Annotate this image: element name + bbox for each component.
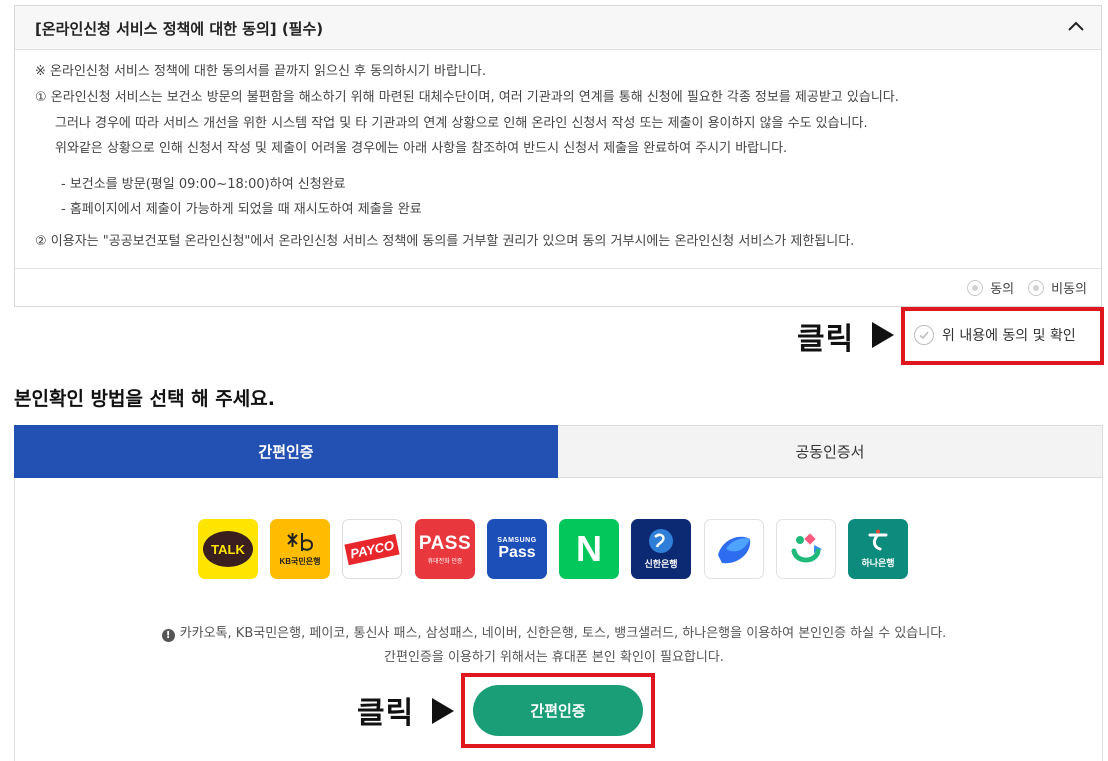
agree-radio[interactable]: 동의	[967, 278, 1014, 297]
disagree-label: 비동의	[1051, 282, 1087, 297]
policy-panel: [온라인신청 서비스 정책에 대한 동의] (필수) ※ 온라인신청 서비스 정…	[14, 5, 1102, 307]
shinhan-bank-icon[interactable]: 신한은행	[631, 519, 691, 579]
payco-text: PAYCO	[344, 533, 400, 565]
shinhan-text: 신한은행	[644, 559, 678, 569]
arrow-right-icon	[872, 322, 894, 348]
policy-item-1-detail: 그러나 경우에 따라 서비스 개선을 위한 시스템 작업 및 타 기관과의 연계…	[55, 116, 868, 131]
naver-icon[interactable]: N	[559, 519, 619, 579]
check-circle-icon[interactable]	[914, 325, 934, 345]
divider	[15, 268, 1101, 269]
section-title: 본인확인 방법을 선택 해 주세요.	[14, 388, 275, 410]
banksalad-logo-icon	[791, 533, 822, 563]
policy-bullet: - 홈페이지에서 제출이 가능하게 되었을 때 재시도하여 제출을 완료	[61, 202, 422, 217]
policy-item-1-detail: 위와같은 상황으로 인해 신청서 작성 및 제출이 어려울 경우에는 아래 사항…	[55, 141, 788, 156]
disagree-radio[interactable]: 비동의	[1028, 278, 1087, 297]
agreement-radio-group: 동의 비동의	[967, 278, 1087, 297]
policy-item-1: ① 온라인신청 서비스는 보건소 방문의 불편함을 해소하기 위해 마련된 대체…	[35, 90, 899, 105]
phone-verification-note: 간편인증을 이용하기 위해서는 휴대폰 본인 확인이 필요합니다.	[384, 650, 724, 665]
pass-subtext: 휴대전화 인증	[427, 559, 463, 565]
policy-header[interactable]: [온라인신청 서비스 정책에 대한 동의] (필수)	[15, 6, 1101, 50]
radio-button[interactable]	[967, 279, 984, 296]
kb-bank-text: KB국민은행	[279, 557, 321, 566]
shinhan-logo-icon	[649, 529, 673, 553]
pass-text: PASS	[418, 533, 472, 554]
confirm-label: 위 내용에 동의 및 확인	[942, 328, 1076, 344]
tab-simple-auth[interactable]: 간편인증	[14, 425, 558, 478]
policy-bullet: - 보건소를 방문(평일 09:00~18:00)하여 신청완료	[61, 177, 346, 192]
kb-star-icon	[287, 533, 314, 551]
policy-notice: ※ 온라인신청 서비스 정책에 대한 동의서를 끝까지 읽으신 후 동의하시기 …	[35, 64, 487, 79]
chevron-up-icon[interactable]	[1067, 18, 1085, 36]
simple-auth-button[interactable]: 간편인증	[473, 685, 643, 736]
hana-text: 하나은행	[861, 558, 895, 568]
kakao-talk-icon[interactable]: TALK	[198, 519, 258, 579]
payco-icon[interactable]: PAYCO	[342, 519, 402, 579]
naver-text: N	[576, 528, 602, 569]
provider-note-text: 카카오톡, KB국민은행, 페이코, 통신사 패스, 삼성패스, 네이버, 신한…	[179, 626, 947, 641]
pass-icon[interactable]: PASS 휴대전화 인증	[415, 519, 475, 579]
info-icon: !	[161, 629, 175, 642]
provider-note: ! 카카오톡, KB국민은행, 페이코, 통신사 패스, 삼성패스, 네이버, 신…	[0, 622, 1108, 642]
confirm-checkbox[interactable]: 위 내용에 동의 및 확인	[914, 325, 1076, 345]
samsung-pass-text: Pass	[498, 543, 536, 561]
click-annotation-label: 클릭	[357, 696, 415, 731]
click-annotation-label: 클릭	[797, 322, 855, 357]
policy-item-2: ② 이용자는 "공공보건포털 온라인신청"에서 온라인신청 서비스 정책에 동의…	[35, 234, 855, 249]
hana-bank-icon[interactable]: 하나은행	[848, 519, 908, 579]
kakao-talk-text: TALK	[203, 531, 253, 567]
hana-logo-icon	[868, 529, 888, 551]
toss-icon[interactable]	[704, 519, 764, 579]
kb-bank-icon[interactable]: KB국민은행	[270, 519, 330, 579]
tab-joint-certificate[interactable]: 공동인증서	[558, 425, 1103, 478]
samsung-pass-icon[interactable]: SAMSUNG Pass	[487, 519, 547, 579]
radio-button[interactable]	[1028, 279, 1045, 296]
policy-title: [온라인신청 서비스 정책에 대한 동의] (필수)	[35, 20, 324, 38]
agree-label: 동의	[990, 282, 1015, 297]
toss-logo-icon	[718, 536, 751, 564]
banksalad-icon[interactable]	[776, 519, 836, 579]
samsung-subtext: SAMSUNG	[497, 536, 537, 544]
arrow-right-icon	[432, 698, 454, 724]
